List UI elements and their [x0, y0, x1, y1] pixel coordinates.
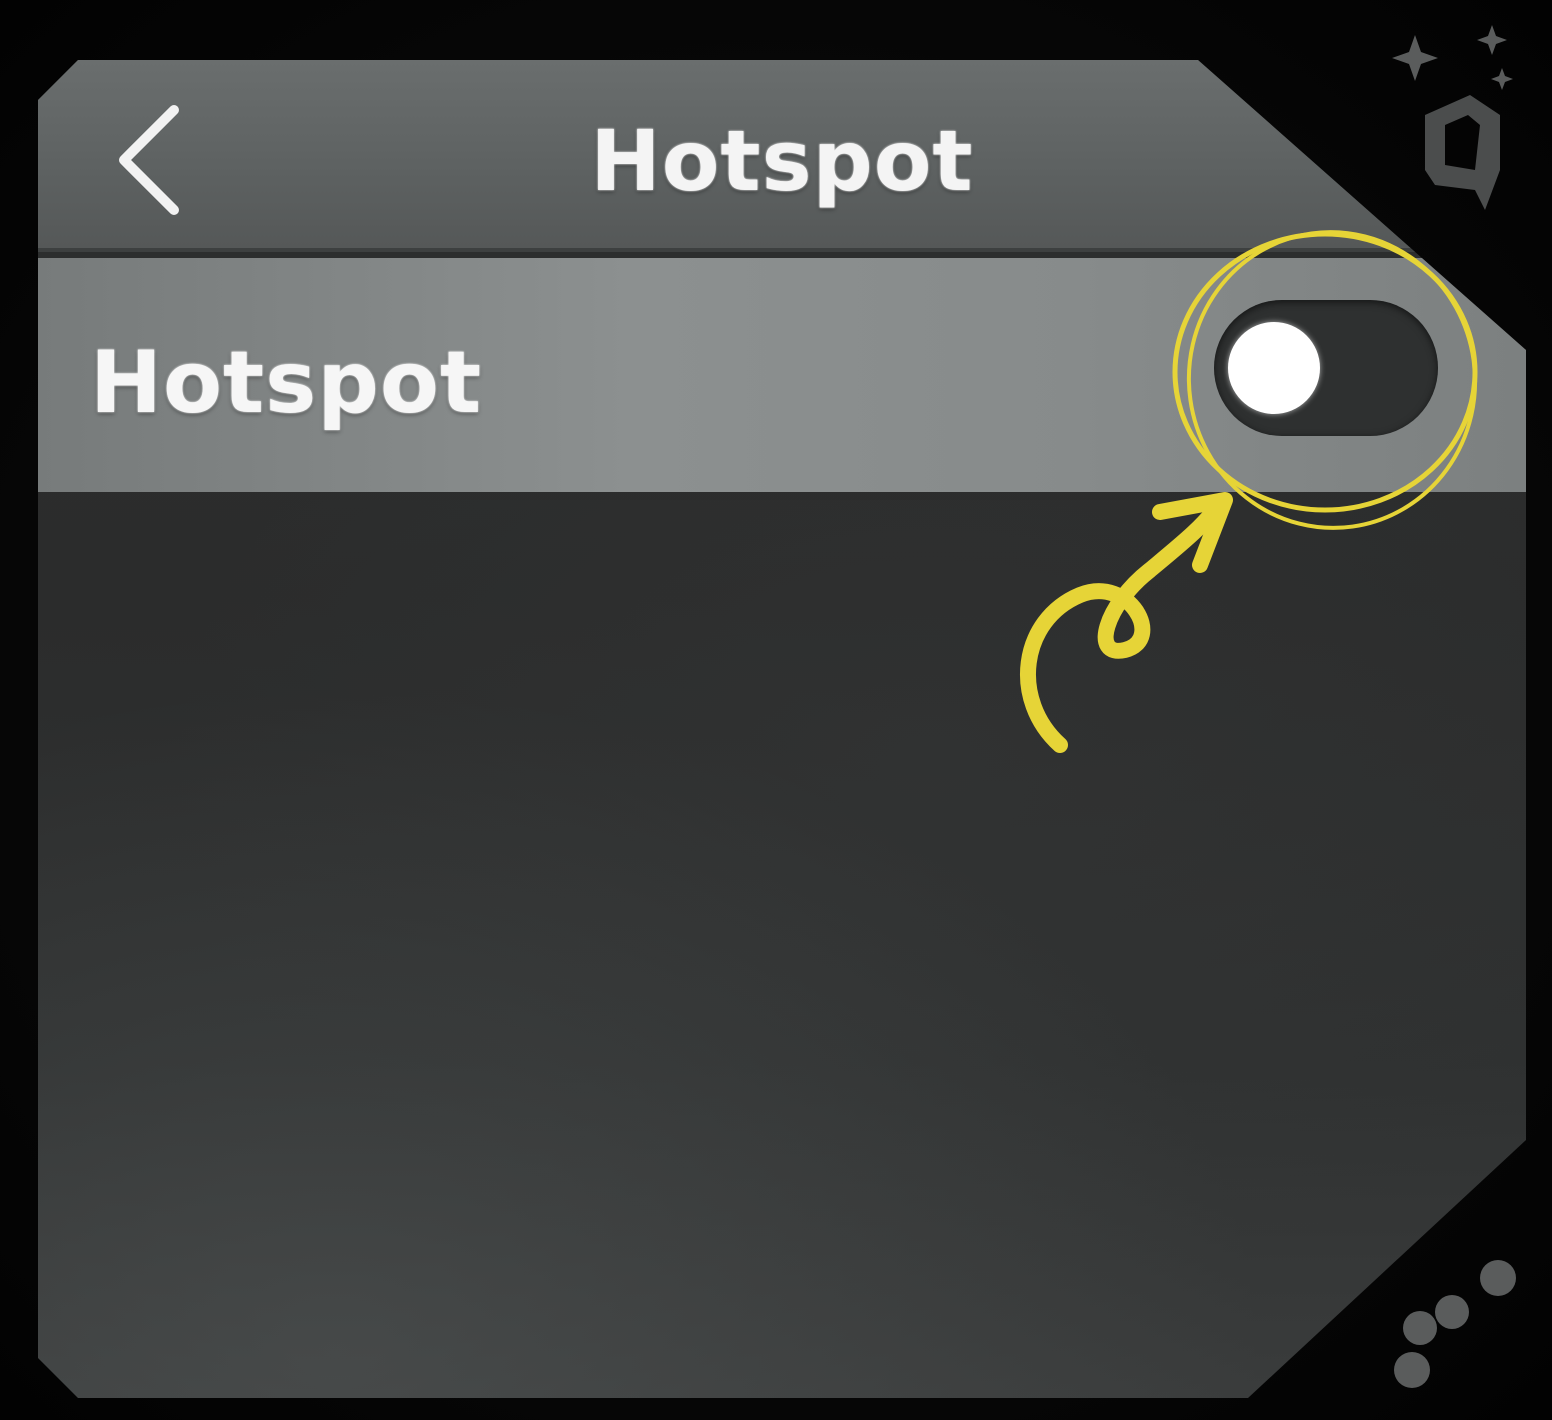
sparkle-logo-icon	[1392, 25, 1513, 210]
hotspot-label: Hotspot	[90, 333, 483, 433]
device-frame: Hotspot Hotspot	[0, 0, 1552, 1420]
page-title: Hotspot	[590, 112, 974, 210]
hotspot-toggle[interactable]	[1214, 300, 1438, 436]
toggle-knob	[1228, 322, 1320, 414]
dot-indicator-icon	[1394, 1260, 1516, 1388]
screen: Hotspot Hotspot	[38, 60, 1526, 1398]
header-bar: Hotspot	[38, 60, 1526, 252]
hotspot-setting-row[interactable]: Hotspot	[38, 258, 1526, 492]
